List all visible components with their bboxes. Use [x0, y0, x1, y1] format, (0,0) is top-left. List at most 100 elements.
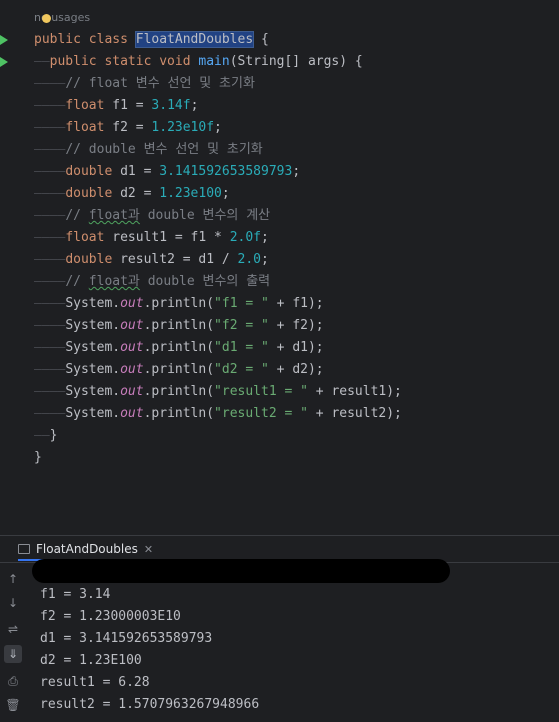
- soft-wrap-icon[interactable]: ⇌: [4, 620, 22, 638]
- code-token: ————: [34, 362, 66, 377]
- code-token: public static void: [49, 54, 199, 69]
- code-token: FloatAndDoubles: [134, 31, 255, 48]
- code-token: {: [253, 32, 269, 47]
- code-token: .println(: [143, 384, 215, 399]
- code-token: 1.23e10f: [151, 120, 215, 135]
- code-token: ;: [214, 120, 222, 135]
- print-icon[interactable]: ⎙: [4, 672, 22, 690]
- code-line: public class FloatAndDoubles {: [34, 29, 269, 51]
- code-token: ————: [34, 384, 66, 399]
- code-token: //: [65, 274, 89, 289]
- console-icon: [18, 543, 30, 554]
- code-token: ————: [34, 406, 66, 421]
- code-token: }: [49, 428, 58, 443]
- code-token: "result1 = ": [214, 384, 308, 399]
- code-token: ————: [34, 274, 66, 289]
- code-token: .println(: [143, 362, 215, 377]
- code-token: "d1 = ": [214, 340, 269, 355]
- code-editor[interactable]: no usages public class FloatAndDoubles {…: [0, 0, 559, 535]
- code-line: ————double d2 = 1.23e100;: [34, 183, 230, 205]
- close-icon[interactable]: ✕: [144, 543, 153, 556]
- code-line: }: [34, 447, 42, 469]
- console-line: result1 = 6.28: [40, 675, 150, 690]
- code-token: float과: [88, 274, 140, 289]
- code-token: //: [65, 208, 89, 223]
- code-token: ————: [34, 296, 66, 311]
- code-line: ————double d1 = 3.141592653589793;: [34, 161, 300, 183]
- code-line: ————double result2 = d1 / 2.0;: [34, 249, 269, 271]
- code-token: ————: [34, 120, 66, 135]
- code-token: + result2);: [307, 406, 402, 421]
- run-panel: FloatAndDoubles ✕ ↑ ↓ ⇌ ⇓ ⎙ 🗑 f1 = 3.14 f2…: [0, 535, 559, 722]
- code-token: "f2 = ": [214, 318, 269, 333]
- code-line: ——}: [34, 425, 57, 447]
- code-token: out: [120, 340, 144, 355]
- code-token: ——: [34, 428, 50, 443]
- code-token: "d2 = ": [214, 362, 269, 377]
- code-token: out: [120, 406, 144, 421]
- code-token: .println(: [143, 340, 215, 355]
- code-token: f1 =: [112, 98, 152, 113]
- code-token: ——: [34, 54, 50, 69]
- run-toolbar: ↑ ↓ ⇌ ⇓ ⎙ 🗑: [0, 562, 26, 722]
- code-line: ————// double 변수 선언 및 초기화: [34, 139, 263, 161]
- code-token: main: [198, 54, 230, 69]
- code-token: 2.0f: [229, 230, 261, 245]
- run-main-icon[interactable]: [0, 57, 8, 67]
- code-token: float: [65, 98, 113, 113]
- code-token: ;: [261, 230, 269, 245]
- code-token: ————: [34, 186, 66, 201]
- code-line: ————// float 변수 선언 및 초기화: [34, 73, 255, 95]
- console-line: d1 = 3.141592653589793: [40, 631, 213, 646]
- code-token: System.: [65, 362, 121, 377]
- code-token: (String[] args) {: [229, 54, 363, 69]
- console-line: f1 = 3.14: [40, 587, 111, 602]
- code-token: 2.0: [237, 252, 261, 267]
- code-token: ————: [34, 318, 66, 333]
- code-line: ————System.out.println("f2 = " + f2);: [34, 315, 324, 337]
- run-tab[interactable]: FloatAndDoubles ✕: [18, 540, 153, 558]
- code-line: ————// float과 double 변수의 출력: [34, 271, 270, 293]
- code-token: result1 = f1 *: [112, 230, 230, 245]
- code-token: "result2 = ": [214, 406, 308, 421]
- code-token: double 변수의 계산: [139, 208, 271, 223]
- code-token: ————: [34, 208, 66, 223]
- code-token: + f1);: [268, 296, 324, 311]
- code-token: + result1);: [307, 384, 402, 399]
- code-token: out: [120, 384, 144, 399]
- up-arrow-icon[interactable]: ↑: [4, 570, 22, 588]
- code-line: ————System.out.println("result2 = " + re…: [34, 403, 402, 425]
- console-line: result2 = 1.5707963267948966: [40, 697, 260, 712]
- code-token: ;: [221, 186, 230, 201]
- code-token: 1.23e100: [159, 186, 222, 201]
- run-class-icon[interactable]: [0, 35, 8, 45]
- code-token: ————: [34, 230, 66, 245]
- code-token: + f2);: [268, 318, 324, 333]
- code-token: ;: [261, 252, 269, 267]
- code-token: + d2);: [268, 362, 324, 377]
- code-token: // float 변수 선언 및 초기화: [65, 76, 255, 91]
- code-token: .println(: [143, 296, 215, 311]
- code-token: }: [34, 450, 42, 465]
- code-token: System.: [65, 318, 121, 333]
- code-token: float과: [88, 208, 140, 223]
- code-token: ————: [34, 76, 66, 91]
- code-token: d2 =: [120, 186, 160, 201]
- code-token: .println(: [143, 318, 215, 333]
- code-token: System.: [65, 340, 121, 355]
- run-tab-label: FloatAndDoubles: [36, 542, 138, 556]
- lightbulb-icon[interactable]: [42, 14, 51, 23]
- code-token: double: [65, 164, 121, 179]
- trash-icon[interactable]: 🗑: [4, 696, 22, 714]
- code-token: System.: [65, 384, 121, 399]
- code-token: public class: [34, 32, 136, 47]
- console-line: f2 = 1.23000003E10: [40, 609, 181, 624]
- code-line: ————float f2 = 1.23e10f;: [34, 117, 222, 139]
- code-token: out: [120, 318, 144, 333]
- code-token: out: [120, 296, 144, 311]
- code-token: ;: [190, 98, 199, 113]
- down-arrow-icon[interactable]: ↓: [4, 594, 22, 612]
- code-line: ————System.out.println("f1 = " + f1);: [34, 293, 324, 315]
- code-token: double 변수의 출력: [139, 274, 271, 289]
- scroll-to-end-icon[interactable]: ⇓: [4, 645, 22, 663]
